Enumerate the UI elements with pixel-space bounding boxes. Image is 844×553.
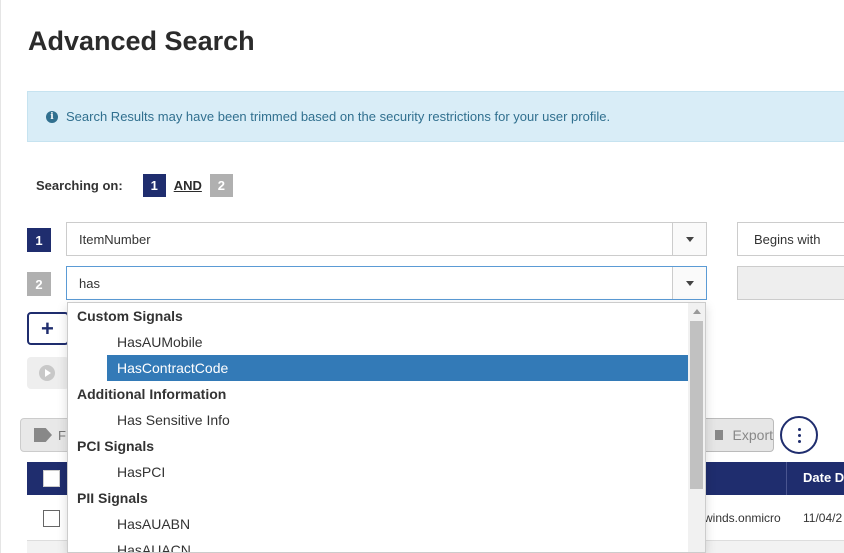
scrollbar-thumb[interactable] — [690, 321, 703, 489]
info-banner: i Search Results may have been trimmed b… — [27, 91, 844, 142]
table-cell-date: 11/04/2 — [803, 511, 843, 525]
dropdown-option-selected[interactable]: HasContractCode — [107, 355, 690, 381]
export-button-label: Export — [732, 427, 773, 443]
plus-icon: + — [41, 315, 54, 341]
dropdown-option[interactable]: Has Sensitive Info — [68, 407, 690, 433]
dropdown-option[interactable]: HasAUACN — [68, 537, 690, 552]
info-icon: i — [46, 110, 58, 123]
date-column-header[interactable]: Date D — [803, 470, 844, 485]
operator-select-2[interactable] — [737, 266, 844, 300]
field-select-1[interactable]: ItemNumber — [66, 222, 707, 256]
chevron-down-icon[interactable] — [672, 267, 706, 299]
info-banner-text: Search Results may have been trimmed bas… — [66, 109, 611, 124]
table-cell-email: winds.onmicro — [704, 511, 781, 525]
field-dropdown-menu[interactable]: Custom Signals HasAUMobile HasContractCo… — [67, 302, 706, 553]
dropdown-group-label: PII Signals — [77, 490, 148, 506]
dropdown-option[interactable]: HasAUMobile — [68, 329, 690, 355]
more-options-button[interactable] — [780, 416, 818, 454]
field-select-2-input[interactable]: has — [79, 276, 100, 291]
run-search-button[interactable] — [27, 357, 69, 389]
operator-select-1-value: Begins with — [754, 231, 821, 247]
row-index-1: 1 — [27, 228, 51, 252]
select-all-checkbox[interactable] — [43, 470, 60, 487]
add-criteria-button[interactable]: + — [27, 312, 69, 345]
dropdown-option[interactable]: HasPCI — [68, 459, 690, 485]
dropdown-option[interactable]: HasAUABN — [68, 511, 690, 537]
criteria-badge-2[interactable]: 2 — [209, 173, 233, 197]
chevron-down-icon[interactable] — [672, 223, 706, 255]
row-index-2: 2 — [27, 272, 51, 296]
export-button[interactable]: Export — [698, 418, 774, 452]
dropdown-scrollbar[interactable] — [688, 303, 705, 552]
tag-icon — [34, 428, 52, 442]
export-icon — [715, 430, 723, 440]
dropdown-group-label: PCI Signals — [77, 438, 155, 454]
play-icon — [39, 365, 55, 381]
field-select-2[interactable]: has — [66, 266, 707, 300]
scroll-up-arrow-icon[interactable] — [693, 309, 701, 314]
searching-on-label: Searching on: — [36, 177, 123, 193]
page-title: Advanced Search — [28, 26, 255, 56]
page-left-border — [0, 0, 1, 553]
operator-select-1[interactable]: Begins with — [737, 222, 844, 256]
criteria-badge-1[interactable]: 1 — [142, 173, 166, 197]
field-select-1-value: ItemNumber — [79, 231, 151, 247]
dropdown-group-label: Additional Information — [77, 386, 227, 402]
searching-on: Searching on: 1 AND 2 — [36, 173, 233, 197]
row-checkbox[interactable] — [43, 510, 60, 527]
header-column-divider — [786, 462, 787, 495]
kebab-icon — [797, 427, 801, 443]
dropdown-group-label: Custom Signals — [77, 308, 183, 324]
operator-toggle[interactable]: AND — [174, 178, 202, 193]
tag-button-label: F — [58, 427, 66, 443]
